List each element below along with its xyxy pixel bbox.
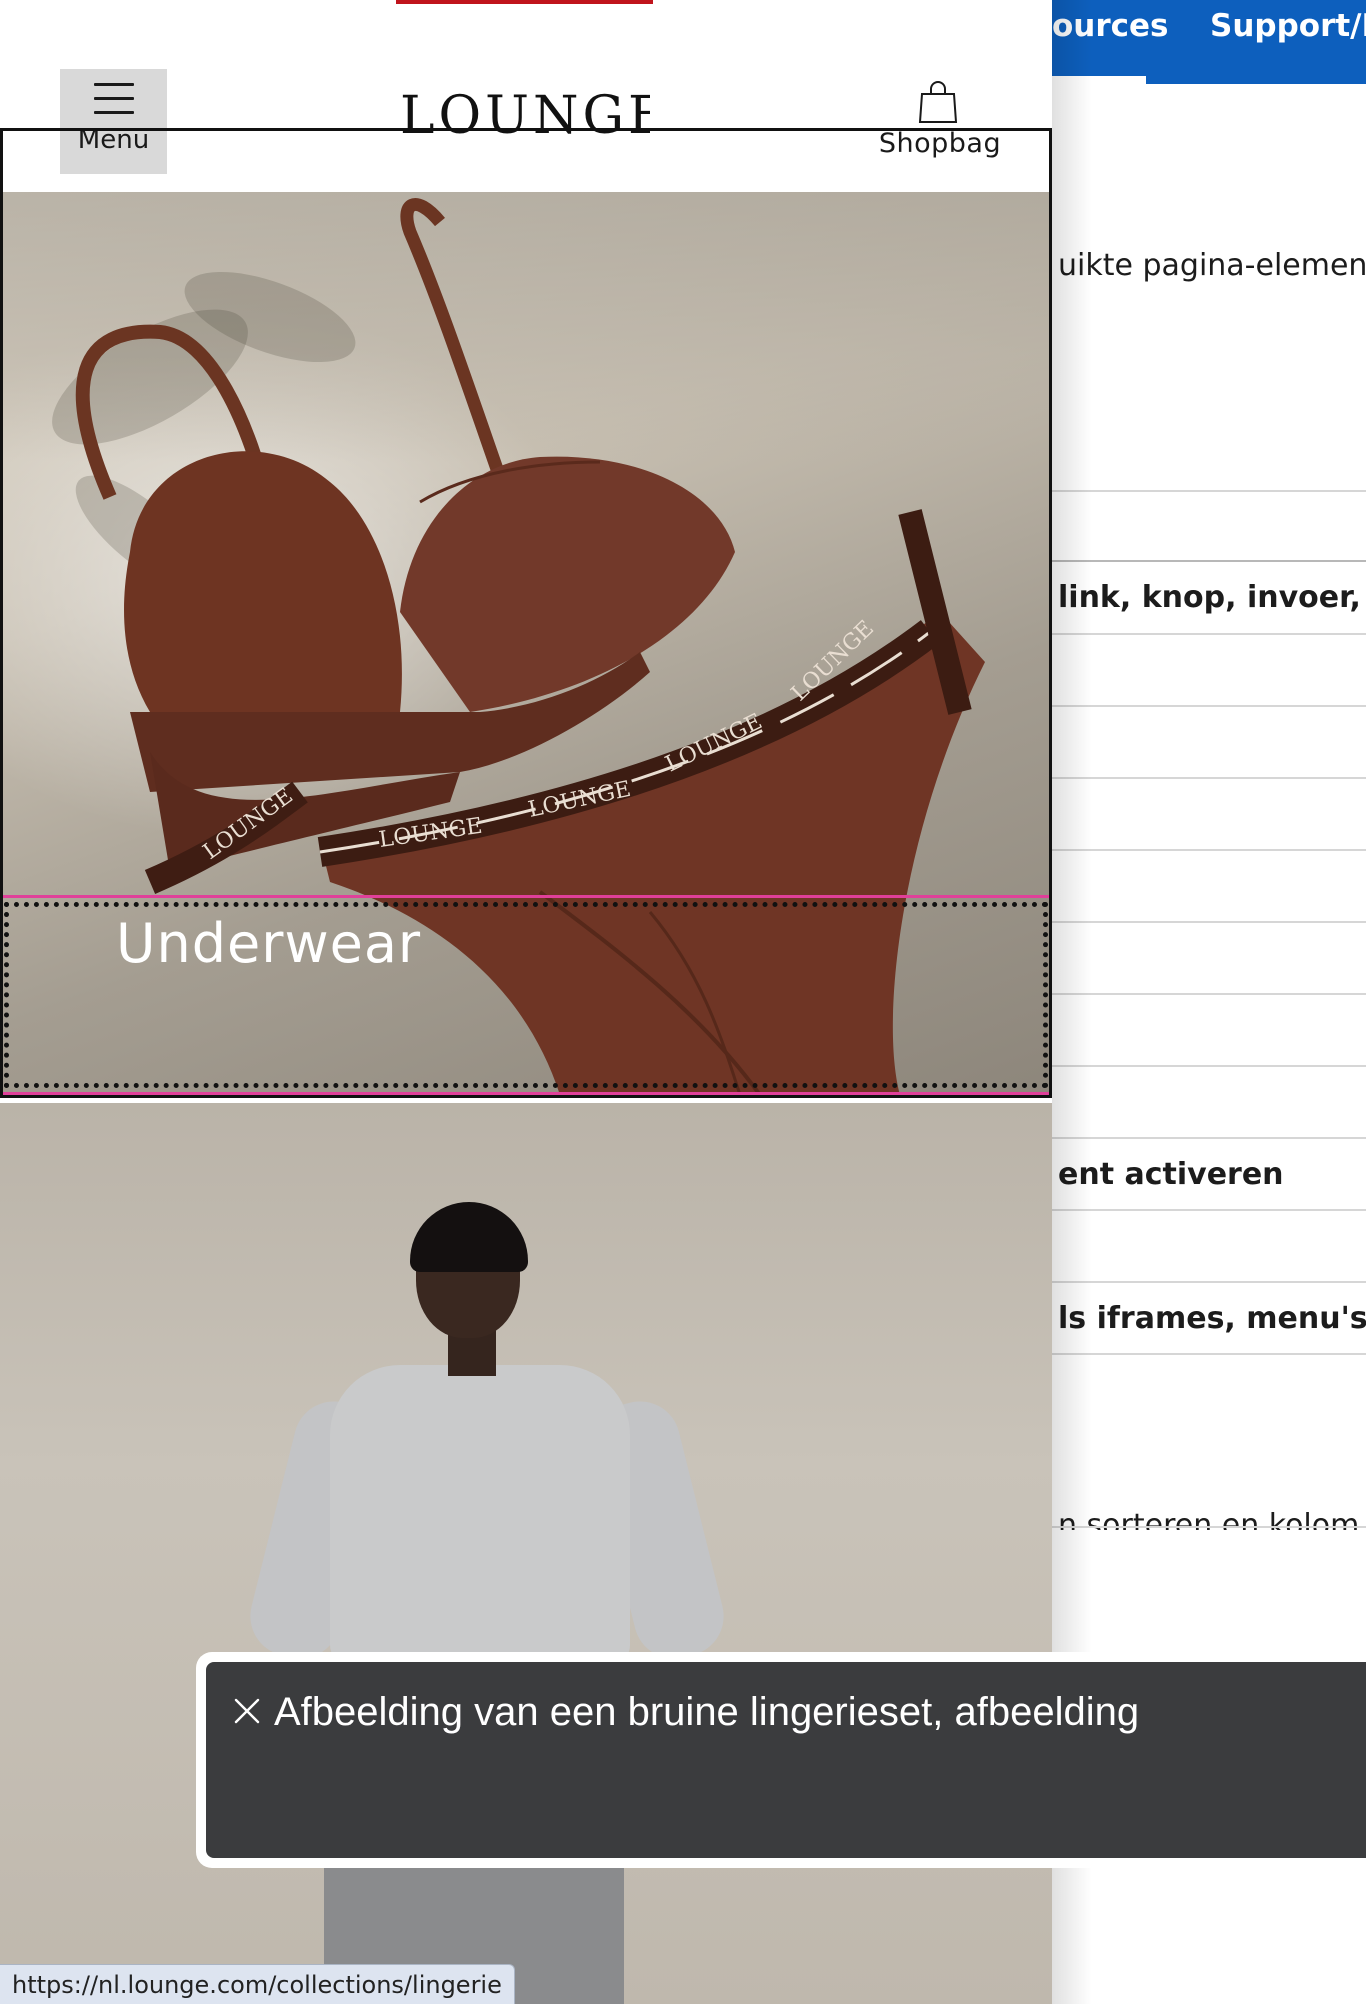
- background-divider: [1052, 560, 1366, 562]
- background-divider: [1052, 705, 1366, 707]
- voiceover-caption-panel: Afbeelding van een bruine lingerieset, a…: [196, 1652, 1366, 1868]
- category-label: Underwear: [116, 912, 422, 975]
- hamburger-icon: [94, 83, 134, 115]
- menu-button[interactable]: Menu: [60, 69, 167, 174]
- model-cardigan: [330, 1365, 630, 1665]
- background-divider: [1052, 849, 1366, 851]
- shopbag-label: Shopbag: [878, 128, 1002, 159]
- background-divider: [1052, 1137, 1366, 1139]
- background-divider: [1052, 1065, 1366, 1067]
- status-bar-url: https://nl.lounge.com/collections/linger…: [0, 1964, 515, 2004]
- background-divider: [1052, 1526, 1366, 1528]
- background-divider: [1052, 1353, 1366, 1355]
- top-accent-bar: [396, 0, 653, 4]
- shopping-bag-icon: [918, 81, 958, 123]
- background-divider: [1052, 490, 1366, 492]
- brand-logo[interactable]: LOUNGE: [400, 90, 650, 142]
- shopbag-button[interactable]: Shopbag: [870, 80, 1010, 168]
- background-divider: [1052, 1209, 1366, 1211]
- tab-support[interactable]: Support/H: [1210, 8, 1366, 44]
- background-topbar: ources Support/H: [1052, 0, 1366, 84]
- caption-body: Afbeelding van een bruine lingerieset, a…: [206, 1662, 1366, 1858]
- background-text-2[interactable]: link, knop, invoer, er: [1058, 580, 1366, 615]
- background-divider: [1052, 633, 1366, 635]
- background-text-1: uikte pagina-element: [1058, 248, 1366, 283]
- background-divider: [1052, 1281, 1366, 1283]
- menu-label: Menu: [77, 125, 150, 155]
- close-icon[interactable]: [232, 1696, 262, 1726]
- background-divider: [1052, 993, 1366, 995]
- background-text-4[interactable]: ls iframes, menu's, t: [1058, 1301, 1366, 1336]
- background-divider: [1052, 921, 1366, 923]
- background-divider: [1052, 777, 1366, 779]
- caption-text: Afbeelding van een bruine lingerieset, a…: [274, 1690, 1140, 1734]
